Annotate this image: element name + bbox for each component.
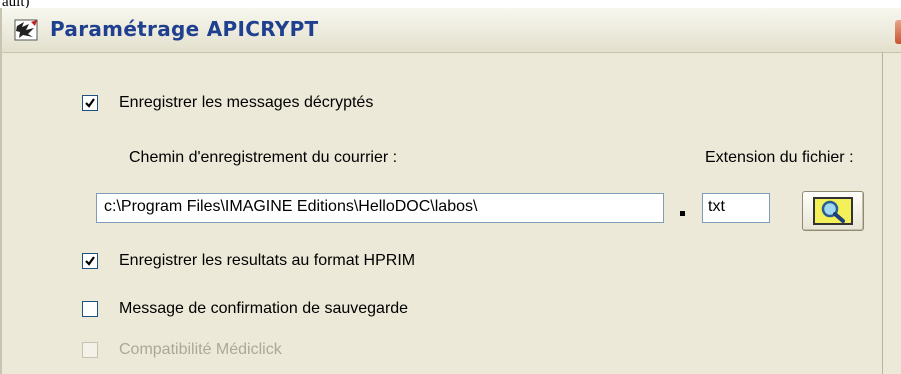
- mediclick-compat-checkbox: [82, 342, 98, 358]
- window-title: Paramétrage APICRYPT: [50, 17, 319, 41]
- save-decrypted-checkbox[interactable]: [82, 95, 98, 111]
- checkmark-icon: [85, 256, 95, 266]
- mediclick-compat-label: Compatibilité Médiclick: [119, 341, 282, 358]
- save-decrypted-label[interactable]: Enregistrer les messages décryptés: [119, 94, 373, 112]
- apicrypt-app-icon: [14, 19, 38, 41]
- file-extension-field[interactable]: txt: [702, 193, 770, 223]
- window-frame-edge: [882, 52, 883, 374]
- browse-folder-button[interactable]: [802, 191, 864, 231]
- apicrypt-settings-window: Paramétrage APICRYPT Enregistrer les mes…: [0, 8, 901, 374]
- background-text-fragment: ault): [2, 0, 30, 8]
- save-hprim-label[interactable]: Enregistrer les resultats au format HPRI…: [119, 252, 415, 270]
- confirm-message-label[interactable]: Message de confirmation de sauvegarde: [119, 300, 408, 318]
- confirm-message-checkbox[interactable]: [82, 301, 98, 317]
- extension-separator-dot: [680, 211, 685, 216]
- extension-label: Extension du fichier :: [705, 149, 854, 166]
- close-button[interactable]: [895, 20, 901, 44]
- checkmark-icon: [85, 98, 95, 108]
- save-hprim-checkbox[interactable]: [82, 253, 98, 269]
- path-label: Chemin d'enregistrement du courrier :: [129, 149, 398, 166]
- magnifier-icon: [813, 197, 853, 225]
- title-bar[interactable]: Paramétrage APICRYPT: [2, 8, 901, 53]
- storage-path-field[interactable]: c:\Program Files\IMAGINE Editions\HelloD…: [96, 193, 664, 223]
